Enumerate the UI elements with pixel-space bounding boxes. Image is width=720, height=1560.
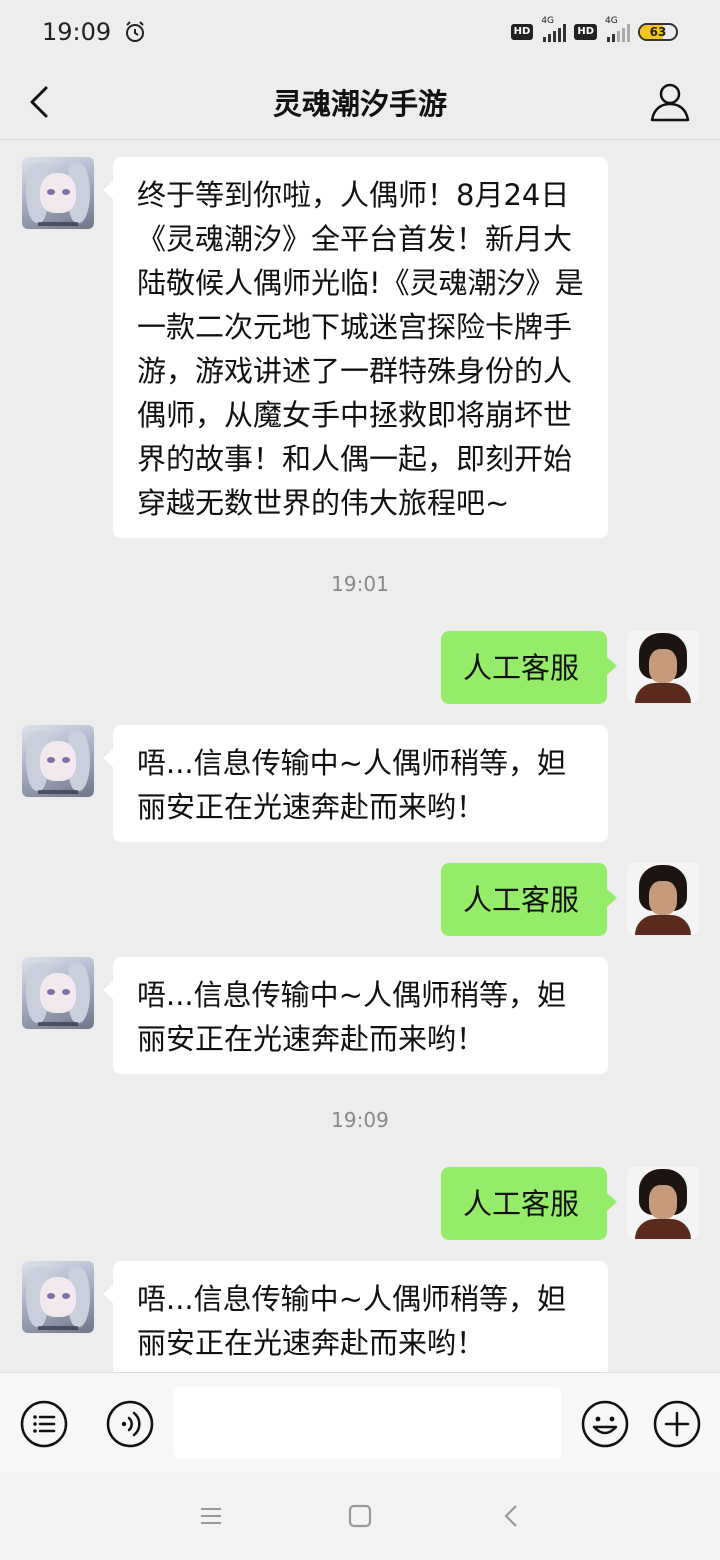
contact-avatar[interactable] — [22, 957, 94, 1029]
chat-title: 灵魂潮汐手游 — [272, 86, 447, 121]
back-triangle-icon[interactable] — [498, 1502, 526, 1530]
message-input[interactable] — [174, 1387, 561, 1459]
recent-apps-icon[interactable] — [197, 1502, 225, 1530]
incoming-message-bubble[interactable]: 唔...信息传输中~人偶师稍等，妲丽安正在光速奔赴而来哟！ — [103, 1261, 608, 1378]
incoming-message-bubble[interactable]: 唔...信息传输中~人偶师稍等，妲丽安正在光速奔赴而来哟！ — [103, 725, 608, 842]
user-avatar[interactable] — [627, 863, 699, 935]
plus-circle-icon[interactable] — [652, 1399, 702, 1449]
home-icon[interactable] — [346, 1502, 374, 1530]
message-text: 唔...信息传输中~人偶师稍等，妲丽安正在光速奔赴而来哟！ — [137, 978, 566, 1056]
battery-level: 63 — [649, 25, 667, 39]
hd-badge: HD — [574, 24, 597, 40]
outgoing-message-bubble[interactable]: 人工客服 — [441, 863, 617, 936]
smiley-icon[interactable] — [580, 1399, 630, 1449]
message-input-bar — [0, 1372, 720, 1472]
battery-icon: 63 — [638, 23, 678, 41]
incoming-message-bubble[interactable]: 终于等到你啦，人偶师！8月24日《灵魂潮汐》全平台首发！新月大陆敬候人偶师光临!… — [103, 157, 608, 538]
voice-circle-icon[interactable] — [105, 1399, 155, 1449]
message-timestamp: 19:09 — [331, 1108, 389, 1132]
message-text: 唔...信息传输中~人偶师稍等，妲丽安正在光速奔赴而来哟！ — [137, 746, 566, 824]
network-label: 4G — [605, 16, 618, 26]
chat-header: 灵魂潮汐手游 — [0, 64, 720, 140]
message-text: 唔...信息传输中~人偶师稍等，妲丽安正在光速奔赴而来哟！ — [137, 1282, 566, 1360]
status-time: 19:09 — [42, 18, 112, 46]
person-outline-icon[interactable] — [648, 80, 692, 124]
contact-avatar[interactable] — [22, 725, 94, 797]
user-avatar[interactable] — [627, 631, 699, 703]
chevron-left-icon[interactable] — [22, 82, 62, 122]
contact-avatar[interactable] — [22, 157, 94, 229]
alarm-clock-icon — [126, 21, 145, 42]
outgoing-message-bubble[interactable]: 人工客服 — [441, 631, 617, 704]
list-circle-icon[interactable] — [19, 1399, 69, 1449]
message-text: 人工客服 — [463, 651, 580, 685]
message-timestamp: 19:01 — [331, 572, 389, 596]
message-text: 终于等到你啦，人偶师！8月24日《灵魂潮汐》全平台首发！新月大陆敬候人偶师光临!… — [137, 178, 584, 520]
outgoing-message-bubble[interactable]: 人工客服 — [441, 1167, 617, 1240]
user-avatar[interactable] — [627, 1167, 699, 1239]
hd-badge: HD — [510, 24, 534, 40]
contact-avatar[interactable] — [22, 1261, 94, 1333]
signal-strength-icon: 4G — [541, 16, 567, 42]
signal-strength-icon: 4G — [605, 16, 630, 42]
status-bar: 19:09 HD 4G HD 4G 63 — [0, 0, 720, 64]
message-text: 人工客服 — [463, 883, 580, 917]
network-label: 4G — [541, 16, 555, 26]
message-text: 人工客服 — [463, 1187, 580, 1221]
incoming-message-bubble[interactable]: 唔...信息传输中~人偶师稍等，妲丽安正在光速奔赴而来哟！ — [103, 957, 608, 1074]
system-navigation-bar — [0, 1472, 720, 1560]
